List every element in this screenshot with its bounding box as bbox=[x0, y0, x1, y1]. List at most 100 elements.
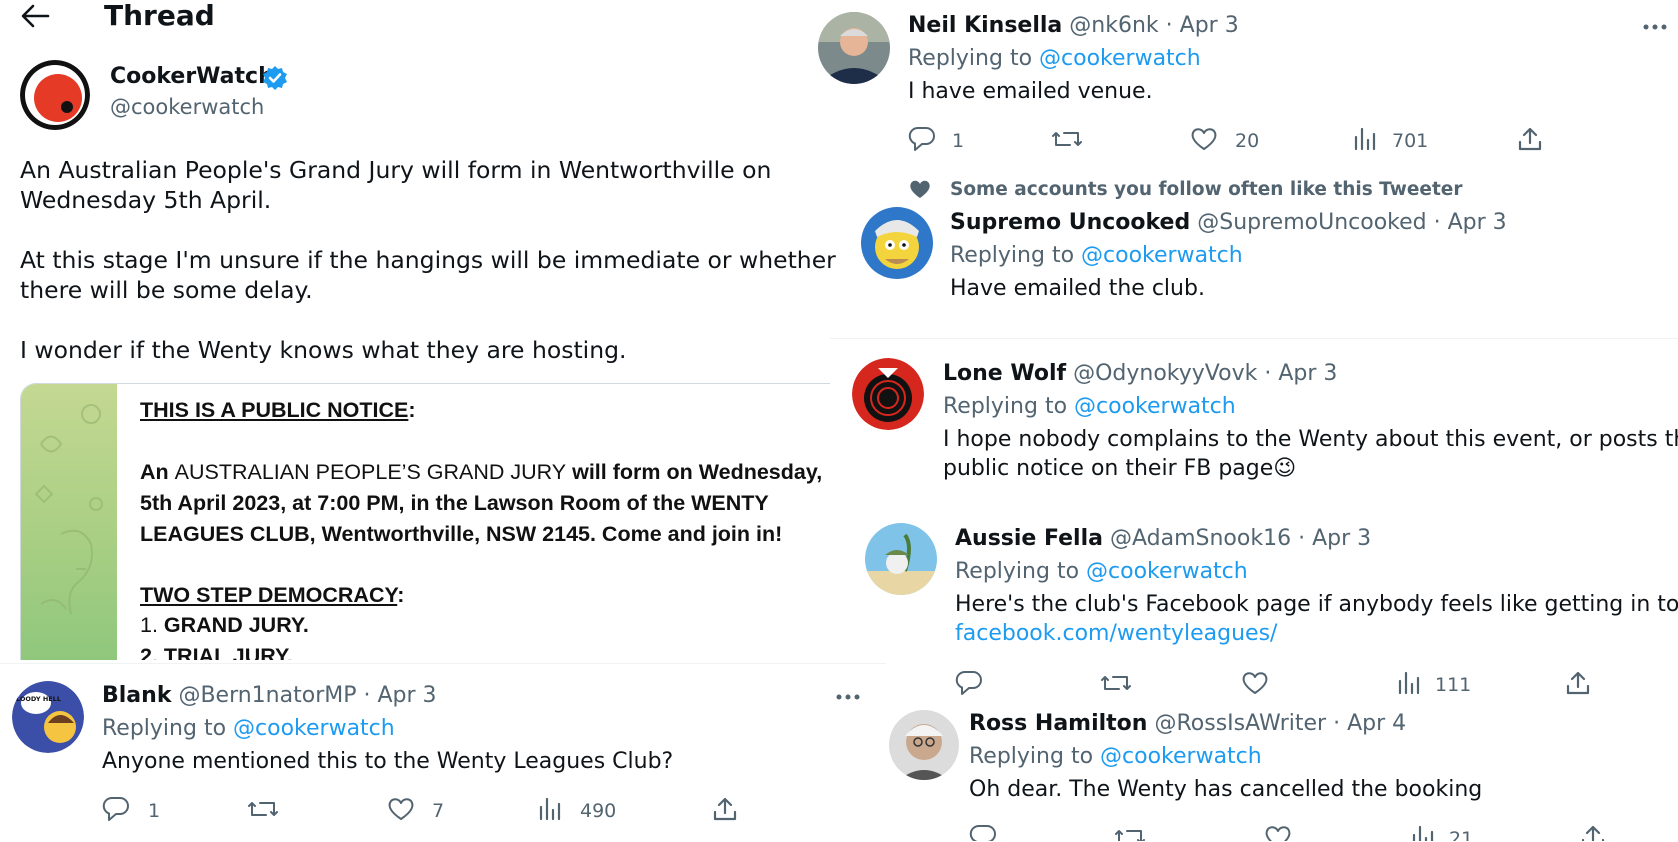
timestamp[interactable]: Apr 4 bbox=[1347, 711, 1406, 736]
notice-list-item: 1. GRAND JURY. bbox=[140, 613, 309, 637]
more-options-icon[interactable] bbox=[836, 694, 860, 700]
reply-text: Have emailed the club. bbox=[950, 276, 1205, 301]
reply-blank[interactable]: BLOODY HELL Blank @Bern1natorMP · Apr 3 … bbox=[0, 663, 886, 842]
reply-count: 1 bbox=[952, 130, 965, 152]
handle[interactable]: @OdynokyyVovk bbox=[1073, 361, 1257, 386]
like-count: 7 bbox=[432, 800, 445, 822]
display-name[interactable]: Blank bbox=[102, 683, 171, 708]
display-name[interactable]: Lone Wolf bbox=[943, 361, 1066, 386]
reply-header: Blank @Bern1natorMP · Apr 3 bbox=[102, 683, 437, 708]
social-context: Some accounts you follow often like this… bbox=[950, 179, 1463, 200]
display-name[interactable]: Ross Hamilton bbox=[969, 711, 1147, 736]
views-icon[interactable] bbox=[1353, 127, 1377, 151]
author-handle[interactable]: @cookerwatch bbox=[110, 95, 264, 119]
reply-icon[interactable] bbox=[969, 824, 997, 841]
reply-text: Oh dear. The Wenty has cancelled the boo… bbox=[969, 777, 1483, 802]
timestamp[interactable]: Apr 3 bbox=[1278, 361, 1337, 386]
more-options-icon[interactable] bbox=[1643, 24, 1667, 30]
views-count: 21 bbox=[1449, 828, 1474, 841]
back-arrow-icon[interactable] bbox=[20, 2, 50, 30]
mention-link[interactable]: @cookerwatch bbox=[1074, 394, 1236, 419]
display-name[interactable]: Supremo Uncooked bbox=[950, 210, 1190, 235]
notice-image[interactable]: THIS IS A PUBLIC NOTICE: An AUSTRALIAN P… bbox=[20, 383, 840, 660]
share-icon[interactable] bbox=[1517, 126, 1543, 152]
reply-header: Ross Hamilton @RossIsAWriter · Apr 4 bbox=[969, 711, 1407, 736]
avatar[interactable] bbox=[861, 207, 933, 279]
author-display-name[interactable]: CookerWatch bbox=[110, 64, 274, 89]
retweet-icon[interactable] bbox=[1101, 671, 1131, 695]
notice-democracy-heading: TWO STEP DEMOCRACY: bbox=[140, 583, 405, 607]
share-icon[interactable] bbox=[1565, 670, 1591, 696]
reply-text: Anyone mentioned this to the Wenty Leagu… bbox=[102, 749, 674, 774]
reply-header: Neil Kinsella @nk6nk · Apr 3 bbox=[908, 13, 1239, 38]
mention-link[interactable]: @cookerwatch bbox=[1100, 744, 1262, 769]
replying-to: Replying to @cookerwatch bbox=[969, 744, 1262, 769]
like-icon[interactable] bbox=[387, 797, 415, 821]
views-icon[interactable] bbox=[1411, 825, 1435, 841]
reply-text-line: public notice on their FB page😉 bbox=[943, 456, 1297, 481]
reply-text-line: I hope nobody complains to the Wenty abo… bbox=[943, 427, 1678, 452]
notice-body-line: An AUSTRALIAN PEOPLE’S GRAND JURY will f… bbox=[140, 460, 823, 484]
handle[interactable]: @AdamSnook16 bbox=[1110, 526, 1291, 551]
reply-text: I have emailed venue. bbox=[908, 79, 1153, 104]
timestamp[interactable]: Apr 3 bbox=[1448, 210, 1507, 235]
avatar[interactable] bbox=[852, 358, 924, 430]
timestamp[interactable]: Apr 3 bbox=[1180, 13, 1239, 38]
mention-link[interactable]: @cookerwatch bbox=[233, 716, 395, 741]
retweet-icon[interactable] bbox=[1052, 127, 1082, 151]
like-count: 20 bbox=[1235, 130, 1260, 152]
like-icon[interactable] bbox=[1241, 671, 1269, 695]
facebook-link[interactable]: facebook.com/wentyleagues/ bbox=[955, 621, 1277, 646]
handle[interactable]: @Bern1natorMP bbox=[178, 683, 356, 708]
wink-emoji: 😉 bbox=[1273, 456, 1297, 481]
handle[interactable]: @nk6nk bbox=[1069, 13, 1158, 38]
tweet-paragraph: I wonder if the Wenty knows what they ar… bbox=[20, 336, 627, 364]
avatar[interactable]: BLOODY HELL bbox=[12, 681, 84, 753]
timestamp[interactable]: Apr 3 bbox=[1312, 526, 1371, 551]
reply-header: Supremo Uncooked @SupremoUncooked · Apr … bbox=[950, 210, 1507, 235]
views-count: 490 bbox=[580, 800, 617, 822]
retweet-icon[interactable] bbox=[1115, 825, 1145, 841]
reply-icon[interactable] bbox=[102, 796, 130, 822]
reply-icon[interactable] bbox=[955, 670, 983, 696]
notice-body-line: LEAGUES CLUB, Wentworthville, NSW 2145. … bbox=[140, 522, 783, 546]
handle[interactable]: @SupremoUncooked bbox=[1197, 210, 1426, 235]
views-count: 111 bbox=[1435, 674, 1472, 696]
replying-to: Replying to @cookerwatch bbox=[955, 559, 1248, 584]
retweet-icon[interactable] bbox=[248, 797, 278, 821]
mention-link[interactable]: @cookerwatch bbox=[1039, 46, 1201, 71]
replying-to: Replying to @cookerwatch bbox=[943, 394, 1236, 419]
avatar[interactable] bbox=[889, 710, 959, 780]
handle[interactable]: @RossIsAWriter bbox=[1154, 711, 1326, 736]
reply-neil[interactable]: Neil Kinsella @nk6nk · Apr 3 Replying to… bbox=[795, 0, 1678, 175]
timestamp[interactable]: Apr 3 bbox=[377, 683, 436, 708]
like-icon[interactable] bbox=[1264, 825, 1292, 841]
share-icon[interactable] bbox=[712, 796, 738, 822]
notice-body-line: 5th April 2023, at 7:00 PM, in the Lawso… bbox=[140, 491, 769, 515]
reply-lone-wolf[interactable]: Lone Wolf @OdynokyyVovk · Apr 3 Replying… bbox=[830, 338, 1678, 507]
reply-supremo[interactable]: Some accounts you follow often like this… bbox=[842, 175, 1678, 318]
reply-header: Aussie Fella @AdamSnook16 · Apr 3 bbox=[955, 526, 1372, 551]
reply-header: Lone Wolf @OdynokyyVovk · Apr 3 bbox=[943, 361, 1338, 386]
reply-text: Here's the club's Facebook page if anybo… bbox=[955, 592, 1678, 617]
display-name[interactable]: Aussie Fella bbox=[955, 526, 1103, 551]
cookerwatch-avatar[interactable] bbox=[20, 60, 90, 130]
mention-link[interactable]: @cookerwatch bbox=[1086, 559, 1248, 584]
reply-aussie[interactable]: Aussie Fella @AdamSnook16 · Apr 3 Replyi… bbox=[845, 506, 1678, 700]
share-icon[interactable] bbox=[1580, 824, 1606, 841]
page-title: Thread bbox=[104, 0, 215, 32]
reply-icon[interactable] bbox=[908, 126, 936, 152]
mention-link[interactable]: @cookerwatch bbox=[1081, 243, 1243, 268]
avatar[interactable] bbox=[818, 12, 890, 84]
like-icon[interactable] bbox=[1190, 127, 1218, 151]
verified-badge-icon bbox=[262, 65, 288, 91]
avatar[interactable] bbox=[865, 523, 937, 595]
reply-count: 1 bbox=[148, 800, 161, 822]
notice-image-green-strip bbox=[21, 384, 117, 660]
reply-ross[interactable]: Ross Hamilton @RossIsAWriter · Apr 4 Rep… bbox=[886, 700, 1678, 841]
replying-to: Replying to @cookerwatch bbox=[908, 46, 1201, 71]
views-icon[interactable] bbox=[1397, 671, 1421, 695]
display-name[interactable]: Neil Kinsella bbox=[908, 13, 1062, 38]
views-icon[interactable] bbox=[538, 797, 562, 821]
tweet-paragraph: At this stage I'm unsure if the hangings… bbox=[20, 246, 836, 304]
